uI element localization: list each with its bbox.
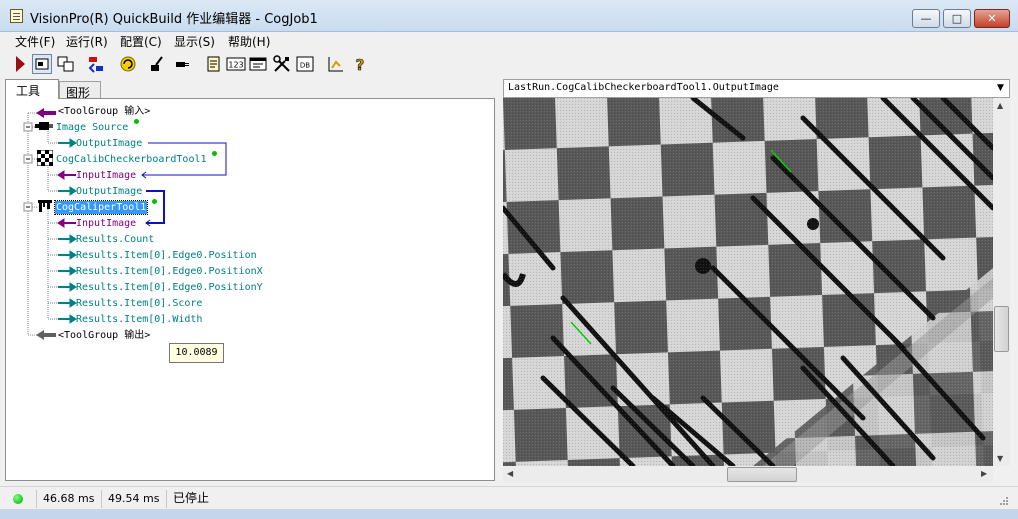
scroll-left-icon[interactable]: ◀: [507, 469, 513, 478]
layout-icon[interactable]: [32, 54, 52, 74]
title-bar: VisionPro(R) QuickBuild 作业编辑器 - CogJob1 …: [0, 0, 1018, 32]
status-led-icon: [13, 494, 23, 504]
tree-caliper-input[interactable]: InputImage: [76, 217, 136, 230]
status-dot: [134, 119, 139, 124]
notepad-icon[interactable]: [204, 54, 224, 74]
brush-icon[interactable]: [148, 54, 168, 74]
menu-config[interactable]: 配置(C): [120, 33, 162, 50]
tools-icon[interactable]: [272, 54, 292, 74]
window-frame: [0, 509, 1018, 519]
horizontal-scrollbar[interactable]: ◀ ▶: [503, 466, 993, 483]
minimize-button[interactable]: —: [912, 9, 940, 28]
scroll-up-icon[interactable]: ▲: [997, 101, 1003, 110]
run-icon[interactable]: [10, 54, 30, 74]
tree-result-item[interactable]: Results.Item[0].Edge0.PositionY: [76, 281, 263, 294]
scroll-right-icon[interactable]: ▶: [981, 469, 987, 478]
tree-calib-output[interactable]: OutputImage: [76, 185, 142, 198]
chart-icon[interactable]: [326, 54, 346, 74]
counter-icon[interactable]: 123: [226, 54, 246, 74]
resize-grip-icon[interactable]: [998, 495, 1010, 510]
tree-image-source-output[interactable]: OutputImage: [76, 137, 142, 150]
horizontal-scroll-thumb[interactable]: [727, 467, 797, 482]
app-icon: [10, 9, 23, 23]
status-dot: [152, 199, 157, 204]
maximize-button[interactable]: □: [943, 9, 971, 28]
tree-result-item[interactable]: Results.Item[0].Score: [76, 297, 202, 310]
window-title: VisionPro(R) QuickBuild 作业编辑器 - CogJob1: [30, 12, 318, 27]
close-button[interactable]: ✕: [974, 9, 1010, 28]
tree-image-source[interactable]: Image Source: [56, 121, 128, 134]
tab-tools-label: 工具: [16, 84, 41, 98]
menu-file[interactable]: 文件(F): [15, 33, 55, 50]
caliper-icon: [37, 198, 53, 214]
scroll-down-icon[interactable]: ▼: [997, 454, 1003, 463]
tree-caliper-tool[interactable]: CogCaliperTool1: [53, 200, 149, 215]
status-time-2: 49.54 ms: [101, 490, 165, 508]
checkerboard-icon: [36, 149, 54, 167]
menu-bar: 文件(F) 运行(R) 配置(C) 显示(S) 帮助(H): [0, 32, 1018, 50]
status-state: 已停止: [166, 490, 990, 508]
checkerboard-image: [503, 98, 993, 466]
tree-result-item[interactable]: Results.Count: [76, 233, 154, 246]
edit-icon[interactable]: [56, 54, 76, 74]
display-image-select[interactable]: LastRun.CogCalibCheckerboardTool1.Output…: [503, 79, 1010, 98]
vertical-scroll-thumb[interactable]: [994, 306, 1009, 352]
record-icon[interactable]: [86, 54, 106, 74]
image-display[interactable]: [503, 98, 993, 466]
plug-icon[interactable]: [172, 54, 192, 74]
status-time-1: 46.68 ms: [36, 490, 100, 508]
menu-view[interactable]: 显示(S): [174, 33, 215, 50]
value-tooltip: 10.0089: [169, 343, 224, 363]
refresh-icon[interactable]: [118, 54, 138, 74]
tool-tree[interactable]: <ToolGroup 输入> Image Source OutputImage …: [5, 98, 495, 481]
db-icon[interactable]: DB: [295, 54, 315, 74]
toolbar: 123 DB ?: [0, 51, 1018, 76]
status-dot: [212, 151, 217, 156]
svg-text:DB: DB: [300, 62, 310, 70]
window-icon[interactable]: [248, 54, 268, 74]
help-icon[interactable]: ?: [350, 54, 370, 75]
status-bar: 46.68 ms 49.54 ms 已停止: [0, 486, 1018, 509]
tree-calib-input[interactable]: InputImage: [76, 169, 136, 182]
tab-tools[interactable]: 工具: [5, 79, 59, 99]
tree-calib-tool[interactable]: CogCalibCheckerboardTool1: [56, 153, 207, 166]
svg-text:123: 123: [228, 61, 243, 70]
tab-graphics[interactable]: 图形: [59, 81, 101, 100]
tree-result-item[interactable]: Results.Item[0].Edge0.Position: [76, 249, 257, 262]
chevron-down-icon[interactable]: ▼: [992, 80, 1009, 97]
menu-help[interactable]: 帮助(H): [228, 33, 270, 50]
tree-input-group[interactable]: <ToolGroup 输入>: [58, 105, 150, 118]
tree-result-item[interactable]: Results.Item[0].Width: [76, 313, 202, 326]
vertical-scrollbar[interactable]: ▲ ▼: [993, 98, 1010, 466]
tree-result-item[interactable]: Results.Item[0].Edge0.PositionX: [76, 265, 263, 278]
svg-text:?: ?: [356, 56, 365, 74]
camera-icon: [35, 119, 53, 133]
tree-output-group[interactable]: <ToolGroup 输出>: [58, 329, 150, 342]
menu-run[interactable]: 运行(R): [66, 33, 108, 50]
display-image-select-value: LastRun.CogCalibCheckerboardTool1.Output…: [508, 82, 779, 93]
